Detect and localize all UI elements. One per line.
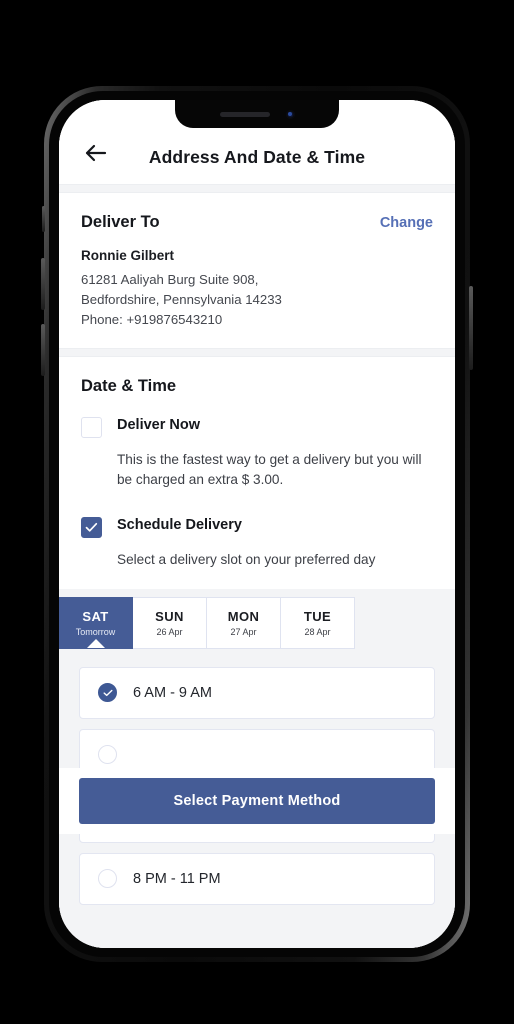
app-root: Address And Date & Time Deliver To Chang… bbox=[59, 100, 455, 948]
time-slot-morning[interactable]: 6 AM - 9 AM bbox=[79, 666, 435, 719]
day-tab-sun-name: SUN bbox=[155, 608, 184, 624]
volume-up-button[interactable] bbox=[41, 258, 45, 310]
option-deliver-now-label: Deliver Now bbox=[117, 417, 200, 434]
time-slot-morning-label: 6 AM - 9 AM bbox=[133, 684, 212, 701]
day-tab-tue-sub: 28 Apr bbox=[304, 626, 331, 637]
radio-time-slot-night[interactable] bbox=[98, 869, 117, 889]
time-slot-night[interactable]: 8 PM - 11 PM bbox=[79, 852, 435, 905]
phone-screen: Address And Date & Time Deliver To Chang… bbox=[59, 100, 455, 948]
radio-time-slot-hidden[interactable] bbox=[98, 745, 117, 765]
day-tab-sun-sub: 26 Apr bbox=[156, 626, 183, 637]
change-address-link[interactable]: Change bbox=[380, 215, 433, 231]
time-slot-night-label: 8 PM - 11 PM bbox=[133, 870, 221, 887]
address-line-1: 61281 Aaliyah Burg Suite 908, bbox=[81, 272, 259, 287]
checkbox-schedule-delivery[interactable] bbox=[81, 517, 102, 539]
day-tabs-row: SAT Tomorrow SUN 26 Apr MON 27 Apr TUE 2… bbox=[59, 596, 355, 649]
checkbox-deliver-now[interactable] bbox=[81, 417, 102, 439]
phone-bezel: Address And Date & Time Deliver To Chang… bbox=[49, 91, 465, 957]
deliver-to-section: Deliver To Change Ronnie Gilbert 61281 A… bbox=[59, 193, 455, 349]
recipient-name: Ronnie Gilbert bbox=[81, 248, 175, 263]
day-tab-mon[interactable]: MON 27 Apr bbox=[207, 596, 281, 649]
day-tab-tue-name: TUE bbox=[303, 608, 332, 624]
day-tab-sat-name: SAT bbox=[82, 608, 109, 624]
section-divider bbox=[59, 184, 455, 193]
day-tab-mon-name: MON bbox=[227, 608, 260, 624]
radio-time-slot-morning[interactable] bbox=[98, 683, 117, 703]
day-selector: SAT Tomorrow SUN 26 Apr MON 27 Apr TUE 2… bbox=[59, 588, 455, 659]
front-camera-icon bbox=[285, 109, 295, 119]
volume-down-button[interactable] bbox=[41, 324, 45, 376]
day-tab-sun[interactable]: SUN 26 Apr bbox=[133, 596, 207, 649]
day-tab-mon-sub: 27 Apr bbox=[230, 626, 257, 637]
option-schedule-delivery-description: Select a delivery slot on your preferred… bbox=[117, 552, 376, 568]
phone-number: Phone: +919876543210 bbox=[81, 312, 223, 328]
option-schedule-delivery-label: Schedule Delivery bbox=[117, 517, 242, 534]
deliver-to-header: Deliver To Change bbox=[81, 213, 433, 232]
display-notch bbox=[175, 100, 339, 128]
date-time-section: Date & Time Deliver Now This is the fast… bbox=[59, 357, 455, 589]
address-line-2: Bedfordshire, Pennsylvania 14233 bbox=[81, 292, 282, 308]
day-tab-tue[interactable]: TUE 28 Apr bbox=[281, 596, 355, 649]
silent-switch[interactable] bbox=[42, 206, 45, 232]
cta-bar: Select Payment Method bbox=[59, 768, 455, 834]
date-time-title: Date & Time bbox=[81, 377, 177, 396]
option-deliver-now-description: This is the fastest way to get a deliver… bbox=[117, 452, 422, 488]
page-title: Address And Date & Time bbox=[148, 147, 366, 167]
earpiece-speaker-icon bbox=[219, 111, 270, 117]
option-deliver-now[interactable]: Deliver Now bbox=[81, 416, 433, 439]
day-tab-sat[interactable]: SAT Tomorrow bbox=[59, 596, 133, 649]
day-tab-sat-sub: Tomorrow bbox=[75, 626, 116, 637]
section-divider-2 bbox=[59, 348, 455, 358]
phone-device-frame: Address And Date & Time Deliver To Chang… bbox=[41, 86, 473, 962]
option-schedule-delivery[interactable]: Schedule Delivery bbox=[81, 516, 433, 539]
screenshot-stage: Address And Date & Time Deliver To Chang… bbox=[0, 0, 514, 1024]
deliver-to-title: Deliver To bbox=[81, 213, 160, 231]
power-button[interactable] bbox=[469, 286, 473, 370]
select-payment-method-button[interactable]: Select Payment Method bbox=[79, 778, 435, 824]
